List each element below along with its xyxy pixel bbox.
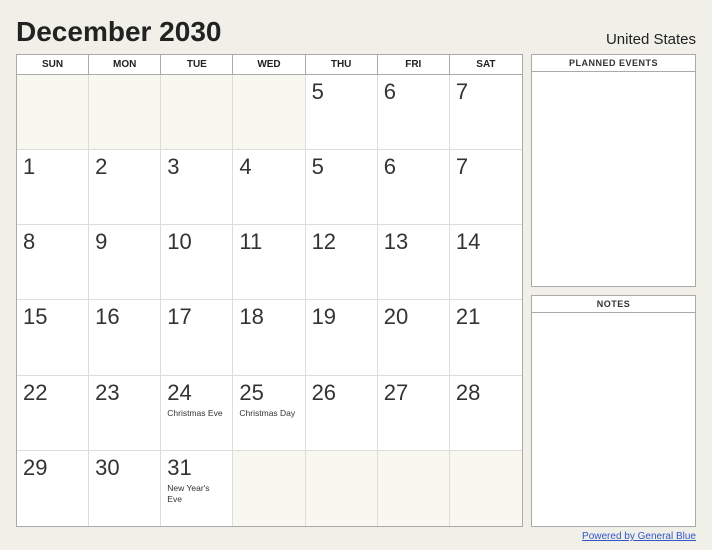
table-row [306, 451, 378, 526]
table-row: 17 [161, 300, 233, 375]
col-sat: SAT [450, 55, 522, 74]
table-row: 11 [233, 225, 305, 300]
event-christmas-eve: Christmas Eve [167, 408, 222, 419]
table-row: 7 [450, 150, 522, 225]
table-row: 12 [306, 225, 378, 300]
col-fri: FRI [378, 55, 450, 74]
table-row: 5 [306, 150, 378, 225]
notes-content [532, 313, 695, 527]
table-row: 29 [17, 451, 89, 526]
event-new-years-eve: New Year'sEve [167, 483, 209, 505]
table-row: 21 [450, 300, 522, 375]
table-row: 4 [233, 150, 305, 225]
col-mon: MON [89, 55, 161, 74]
col-wed: WED [233, 55, 305, 74]
table-row: 8 [17, 225, 89, 300]
calendar-body: 5 6 7 1 2 3 4 5 6 7 8 9 10 11 12 13 14 [17, 75, 522, 526]
table-row: 6 [378, 150, 450, 225]
col-thu: THU [306, 55, 378, 74]
table-row [89, 75, 161, 150]
table-row: 7 [450, 75, 522, 150]
table-row [378, 451, 450, 526]
table-row: 3 [161, 150, 233, 225]
table-row: 9 [89, 225, 161, 300]
table-row: 27 [378, 376, 450, 451]
table-row: 22 [17, 376, 89, 451]
sidebar: PLANNED EVENTS NOTES [531, 54, 696, 527]
table-row: 19 [306, 300, 378, 375]
table-row: 20 [378, 300, 450, 375]
col-sun: SUN [17, 55, 89, 74]
table-row [233, 451, 305, 526]
planned-events-panel: PLANNED EVENTS [531, 54, 696, 287]
notes-panel: NOTES [531, 295, 696, 528]
table-row: 14 [450, 225, 522, 300]
calendar: SUN MON TUE WED THU FRI SAT 5 6 7 1 2 [16, 54, 523, 527]
calendar-header: SUN MON TUE WED THU FRI SAT [17, 55, 522, 75]
table-row [17, 75, 89, 150]
footer: Powered by General Blue [16, 531, 696, 542]
main-area: SUN MON TUE WED THU FRI SAT 5 6 7 1 2 [16, 54, 696, 527]
table-row: 23 [89, 376, 161, 451]
planned-events-title: PLANNED EVENTS [532, 55, 695, 72]
table-row: 24 Christmas Eve [161, 376, 233, 451]
header: December 2030 United States [16, 16, 696, 48]
table-row: 25 Christmas Day [233, 376, 305, 451]
table-row: 28 [450, 376, 522, 451]
table-row [450, 451, 522, 526]
page-title: December 2030 [16, 16, 221, 48]
event-christmas-day: Christmas Day [239, 408, 295, 419]
page: December 2030 United States SUN MON TUE … [0, 0, 712, 550]
notes-title: NOTES [532, 296, 695, 313]
table-row [233, 75, 305, 150]
planned-events-content [532, 72, 695, 286]
table-row: 18 [233, 300, 305, 375]
table-row: 1 [17, 150, 89, 225]
table-row: 31 New Year'sEve [161, 451, 233, 526]
table-row [161, 75, 233, 150]
col-tue: TUE [161, 55, 233, 74]
table-row: 16 [89, 300, 161, 375]
table-row: 10 [161, 225, 233, 300]
powered-by-link[interactable]: Powered by General Blue [582, 531, 696, 542]
table-row: 13 [378, 225, 450, 300]
country-label: United States [606, 31, 696, 48]
table-row: 15 [17, 300, 89, 375]
table-row: 2 [89, 150, 161, 225]
table-row: 30 [89, 451, 161, 526]
table-row: 5 [306, 75, 378, 150]
table-row: 6 [378, 75, 450, 150]
table-row: 26 [306, 376, 378, 451]
